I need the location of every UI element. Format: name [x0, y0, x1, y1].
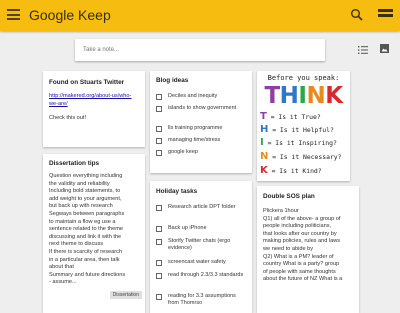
- think-word: THINK: [259, 84, 348, 108]
- checklist-item[interactable]: Deciles and inequity: [156, 93, 248, 100]
- take-a-note-input[interactable]: Take a note...: [75, 39, 389, 61]
- think-line: H = Is it Helpful?: [260, 124, 334, 135]
- note-line: but back up with research: [49, 203, 113, 210]
- checklist-item[interactable]: Back up iPhone: [156, 225, 248, 232]
- search-icon[interactable]: [350, 8, 364, 22]
- note-line: to maintain a flow eg use a: [49, 218, 116, 225]
- note-line: next theme to discuss: [49, 241, 104, 248]
- note-line: If there is scarcity of research: [49, 248, 123, 255]
- checkbox[interactable]: [156, 294, 162, 300]
- checkbox[interactable]: [156, 273, 162, 279]
- take-a-note-placeholder[interactable]: Take a note...: [83, 47, 119, 53]
- checklist-item[interactable]: Research article DPT folder: [156, 204, 248, 211]
- think-word-letter: H: [279, 83, 299, 109]
- think-line: K = Is it Kind?: [260, 165, 322, 176]
- checklist-item[interactable]: reading for 3.3 assumptions from Thomrso: [156, 293, 248, 307]
- checklist-item[interactable]: read through 2.3/3.3 standards: [156, 272, 248, 279]
- note-line: the validity and reliability: [49, 180, 110, 187]
- note-card-holiday-tasks[interactable]: Holiday tasks Research article DPT folde…: [150, 181, 252, 313]
- note-title: Double SOS plan: [263, 193, 315, 200]
- app-title: Google Keep: [29, 7, 111, 23]
- list-view-icon[interactable]: [378, 9, 393, 21]
- checklist-item[interactable]: Storify Twitter chats (ergo evidence): [156, 238, 248, 252]
- think-word-letter: K: [325, 83, 343, 109]
- checkbox[interactable]: [156, 150, 162, 156]
- think-word-letter: T: [264, 83, 280, 109]
- note-title: Dissertation tips: [49, 160, 100, 167]
- note-line: about that: [49, 264, 74, 271]
- note-line: Segways between paragraphs: [49, 210, 125, 217]
- note-line: in a particular area, then talk: [49, 256, 120, 263]
- new-image-note-icon[interactable]: [380, 44, 389, 53]
- note-line: about the future of NZ What is a: [263, 276, 343, 283]
- note-line: Question everything including: [49, 173, 123, 179]
- checkbox[interactable]: [156, 138, 162, 144]
- note-line: Q1) all of the above- a group of: [263, 215, 341, 222]
- think-word-letter: N: [306, 83, 326, 109]
- checkbox[interactable]: [156, 94, 162, 100]
- note-body: Check this out!: [49, 115, 86, 121]
- note-card-double-sos-plan[interactable]: Double SOS plan Plickera 1hour Q1) all o…: [257, 186, 359, 313]
- note-card-blog-ideas[interactable]: Blog ideas Deciles and inequity islands …: [150, 71, 252, 173]
- note-link[interactable]: http://makered.org/about-us/who-we-are/: [49, 93, 139, 108]
- note-card-think-image[interactable]: Before you speak: THINK T = Is it True? …: [257, 71, 350, 181]
- note-line: Plickera 1hour: [263, 208, 299, 214]
- note-line: people including politicians,: [263, 223, 332, 230]
- note-line: country What is a party? group: [263, 261, 340, 268]
- note-line: sentence related to the theme: [49, 226, 124, 233]
- note-line: add weight to your argument,: [49, 195, 122, 202]
- note-line: we need to abide by: [263, 245, 314, 252]
- checkbox[interactable]: [156, 106, 162, 112]
- checklist-item[interactable]: lls training programme: [156, 125, 248, 132]
- note-title: Blog ideas: [156, 77, 189, 84]
- think-heading: Before you speak:: [267, 74, 340, 82]
- note-line: Summary and future directions: [49, 271, 126, 278]
- checkbox[interactable]: [156, 205, 162, 211]
- think-line: T = Is it True?: [260, 111, 321, 122]
- think-line: I = Is it Inspiring?: [260, 137, 337, 148]
- note-line: discussing and link it with the: [49, 233, 122, 240]
- note-line: Including bold statements, to: [49, 188, 121, 195]
- note-body: Plickera 1hour Q1) all of the above- a g…: [263, 208, 353, 284]
- new-list-icon[interactable]: [358, 45, 368, 55]
- checklist-item[interactable]: islands to show government: [156, 105, 248, 112]
- app-header: Google Keep: [0, 0, 400, 31]
- note-line: Q2) What is a PM? leader of: [263, 253, 334, 260]
- hamburger-menu-icon[interactable]: [7, 9, 20, 20]
- note-line: - assume...: [49, 279, 77, 286]
- note-title: Holiday tasks: [156, 188, 198, 195]
- note-body: Question everything including the validi…: [49, 173, 139, 287]
- checklist-item[interactable]: managing time/stress: [156, 137, 248, 144]
- think-line: N = Is it Necessary?: [260, 151, 342, 162]
- note-card-stuarts-twitter[interactable]: Found on Stuarts Twitter http://makered.…: [43, 71, 145, 147]
- checkbox[interactable]: [156, 226, 162, 232]
- note-line: of people with same thoughts: [263, 268, 336, 275]
- checklist-item[interactable]: google keep: [156, 149, 248, 156]
- note-label-chip[interactable]: Dissertation: [109, 291, 142, 299]
- checklist-item[interactable]: screencast water safety: [156, 259, 248, 266]
- note-line: that looks after our country by: [263, 230, 337, 237]
- checkbox[interactable]: [156, 126, 162, 132]
- note-card-dissertation-tips[interactable]: Dissertation tips Question everything in…: [43, 154, 145, 313]
- checkbox[interactable]: [156, 260, 162, 266]
- note-title: Found on Stuarts Twitter: [49, 79, 125, 86]
- checkbox[interactable]: [156, 239, 162, 245]
- note-line: making policies, rules and laws: [263, 238, 341, 245]
